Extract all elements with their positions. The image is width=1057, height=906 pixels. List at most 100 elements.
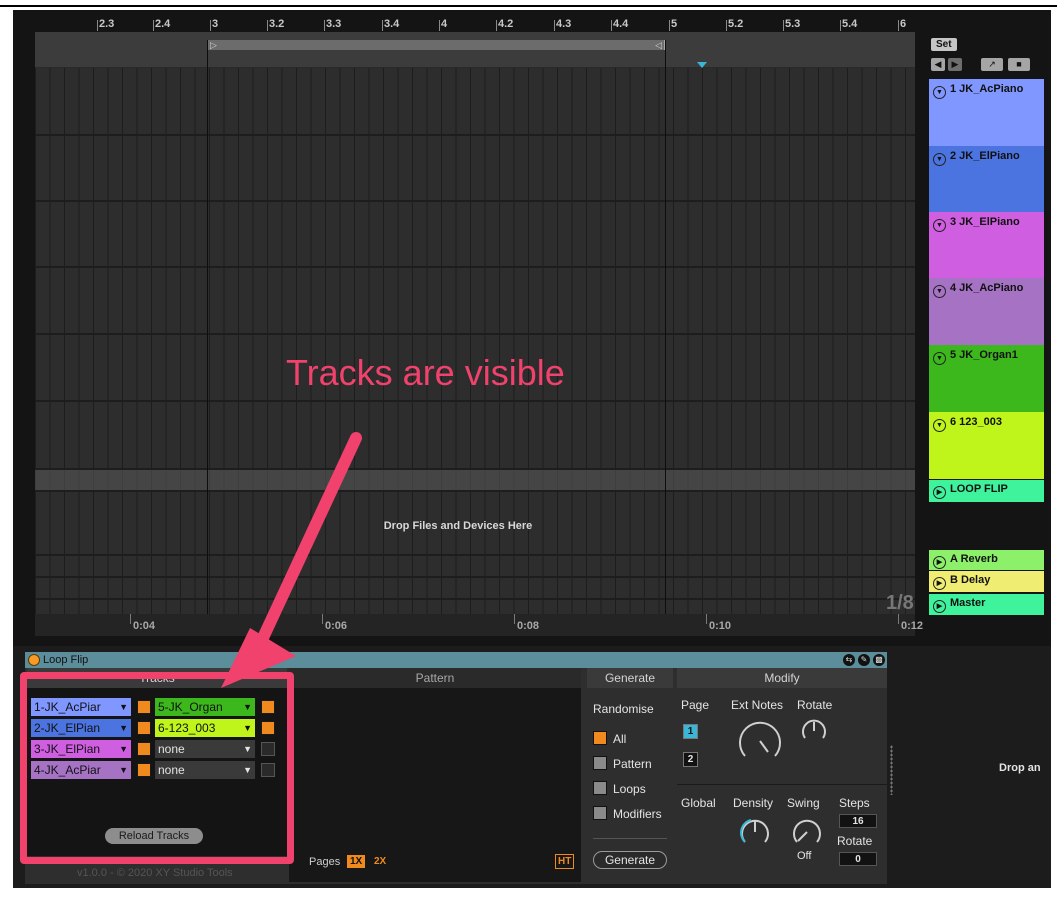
loop-bar[interactable]: ▷ ◁ (35, 32, 915, 68)
annotation-caption: Tracks are visible (286, 352, 565, 393)
randomise-modifiers-checkbox[interactable] (593, 806, 607, 820)
bar-label: 4 (438, 18, 448, 31)
track-header[interactable]: ▶ A Reverb (929, 550, 1044, 570)
randomise-label: Randomise (593, 702, 654, 716)
loop-start-icon: ▷ (210, 40, 217, 50)
return-lane[interactable] (35, 578, 915, 600)
track-header[interactable]: ▼ 3 JK_ElPiano (929, 212, 1044, 278)
track-name: LOOP FLIP (950, 483, 1008, 495)
track-header[interactable]: ▶ LOOP FLIP (929, 480, 1044, 502)
forward-arrow-icon[interactable]: ▶ (948, 58, 962, 71)
track-lane[interactable] (35, 202, 915, 268)
modify-section: Modify Page 1 2 Ext Notes Rotate Global … (677, 668, 887, 882)
track-name: 2 JK_ElPiano (950, 150, 1020, 162)
page-2x-button[interactable]: 2X (374, 856, 386, 867)
divider (593, 838, 667, 839)
rotate-knob[interactable] (799, 716, 829, 746)
arrangement-grid[interactable] (35, 68, 915, 634)
track-header[interactable]: ▼ 1 JK_AcPiano (929, 79, 1044, 146)
track-lane[interactable] (35, 402, 915, 470)
page-2-button[interactable]: 2 (683, 752, 698, 767)
randomise-all-checkbox[interactable] (593, 731, 607, 745)
drop-audio-effects-text: Drop an (999, 762, 1041, 774)
page-1x-button[interactable]: 1X (347, 855, 366, 868)
device-title-bar[interactable]: Loop Flip ⇆ ✎ ▩ (25, 652, 887, 668)
steps-input[interactable]: 16 (839, 814, 877, 828)
track-header[interactable]: ▼ 4 JK_AcPiano (929, 278, 1044, 345)
unfold-icon[interactable]: ▶ (933, 577, 946, 590)
density-knob[interactable] (737, 814, 773, 850)
track-name: 5 JK_Organ1 (950, 349, 1018, 361)
pattern-heading: Pattern (289, 668, 581, 688)
fold-icon[interactable]: ▼ (933, 352, 946, 365)
fold-icon[interactable]: ▼ (933, 285, 946, 298)
track-header[interactable]: ▼ 6 123_003 (929, 412, 1044, 479)
unfold-icon[interactable]: ▶ (933, 556, 946, 569)
loop-brace[interactable]: ▷ ◁ (207, 40, 665, 50)
track-header[interactable]: ▼ 2 JK_ElPiano (929, 146, 1044, 212)
page-1-button[interactable]: 1 (683, 724, 698, 739)
bar-ruler[interactable]: 2.3 2.4 3 3.2 3.3 3.4 4 4.2 4.3 4.4 5 5.… (35, 14, 915, 32)
save-icon[interactable]: ▩ (873, 654, 885, 666)
time-label: 0:10 (705, 614, 732, 632)
track-name: 6 123_003 (950, 416, 1002, 428)
rotate-label: Rotate (797, 698, 833, 712)
fold-icon[interactable]: ▼ (933, 419, 946, 432)
rotate-global-label: Rotate (837, 834, 873, 848)
track-header[interactable]: ▶ B Delay (929, 571, 1044, 592)
zoom-ratio: 1/8 (886, 592, 914, 614)
track-lane[interactable] (35, 470, 915, 492)
randomise-loops-label: Loops (613, 782, 646, 796)
ext-notes-label: Ext Notes (731, 698, 784, 712)
track-name: A Reverb (950, 553, 998, 565)
drop-files-text: Drop Files and Devices Here (383, 520, 533, 532)
set-button[interactable]: Set (931, 38, 957, 51)
bar-label: 2.3 (96, 18, 115, 31)
ht-button[interactable]: HT (555, 854, 575, 869)
track-header[interactable]: ▼ 5 JK_Organ1 (929, 345, 1044, 412)
highlight-box (20, 672, 294, 864)
density-label: Density (733, 796, 774, 810)
track-lane[interactable] (35, 268, 915, 335)
time-label: 0:12 (897, 614, 924, 632)
rotate-global-input[interactable]: 0 (839, 852, 877, 866)
track-header[interactable]: ▶ Master (929, 594, 1044, 615)
time-ruler[interactable]: 0:04 0:06 0:08 0:10 0:12 (35, 614, 923, 636)
track-lane[interactable] (35, 68, 915, 136)
swing-knob[interactable] (789, 814, 825, 850)
bar-label: 5.4 (839, 18, 858, 31)
bar-label: 3 (209, 18, 219, 31)
ext-notes-knob[interactable] (735, 716, 785, 766)
randomise-pattern-checkbox[interactable] (593, 756, 607, 770)
hot-swap-icon[interactable]: ⇆ (843, 654, 855, 666)
lock-icon[interactable]: ■ (1008, 58, 1030, 71)
track-lane[interactable] (35, 136, 915, 202)
fold-icon[interactable]: ▼ (933, 86, 946, 99)
bar-label: 5.3 (782, 18, 801, 31)
edit-icon[interactable]: ✎ (858, 654, 870, 666)
fold-icon[interactable]: ▼ (933, 153, 946, 166)
return-lane[interactable] (35, 556, 915, 578)
time-label: 0:06 (321, 614, 348, 632)
unfold-icon[interactable]: ▶ (933, 486, 946, 499)
fold-icon[interactable]: ▼ (933, 219, 946, 232)
time-label: 0:04 (129, 614, 156, 632)
back-arrow-icon[interactable]: ◀ (931, 58, 945, 71)
bar-label: 5.2 (725, 18, 744, 31)
track-name: B Delay (950, 574, 991, 586)
bar-label: 4.4 (610, 18, 629, 31)
track-name: 1 JK_AcPiano (950, 83, 1024, 95)
bar-label: 3.4 (381, 18, 400, 31)
unfold-icon[interactable]: ▶ (933, 600, 946, 613)
swing-value: Off (797, 850, 812, 862)
expand-icon[interactable]: ↗ (981, 58, 1003, 71)
generate-button[interactable]: Generate (593, 851, 667, 869)
track-name: 3 JK_ElPiano (950, 216, 1020, 228)
generate-section: Generate Randomise All Pattern Loops Mod… (587, 668, 673, 882)
panel-resize-handle[interactable] (890, 745, 893, 795)
randomise-loops-checkbox[interactable] (593, 781, 607, 795)
device-footer: v1.0.0 - © 2020 XY Studio Tools (77, 867, 233, 879)
device-power-toggle[interactable] (28, 654, 40, 666)
bar-label: 5 (668, 18, 678, 31)
top-border (0, 5, 1057, 7)
